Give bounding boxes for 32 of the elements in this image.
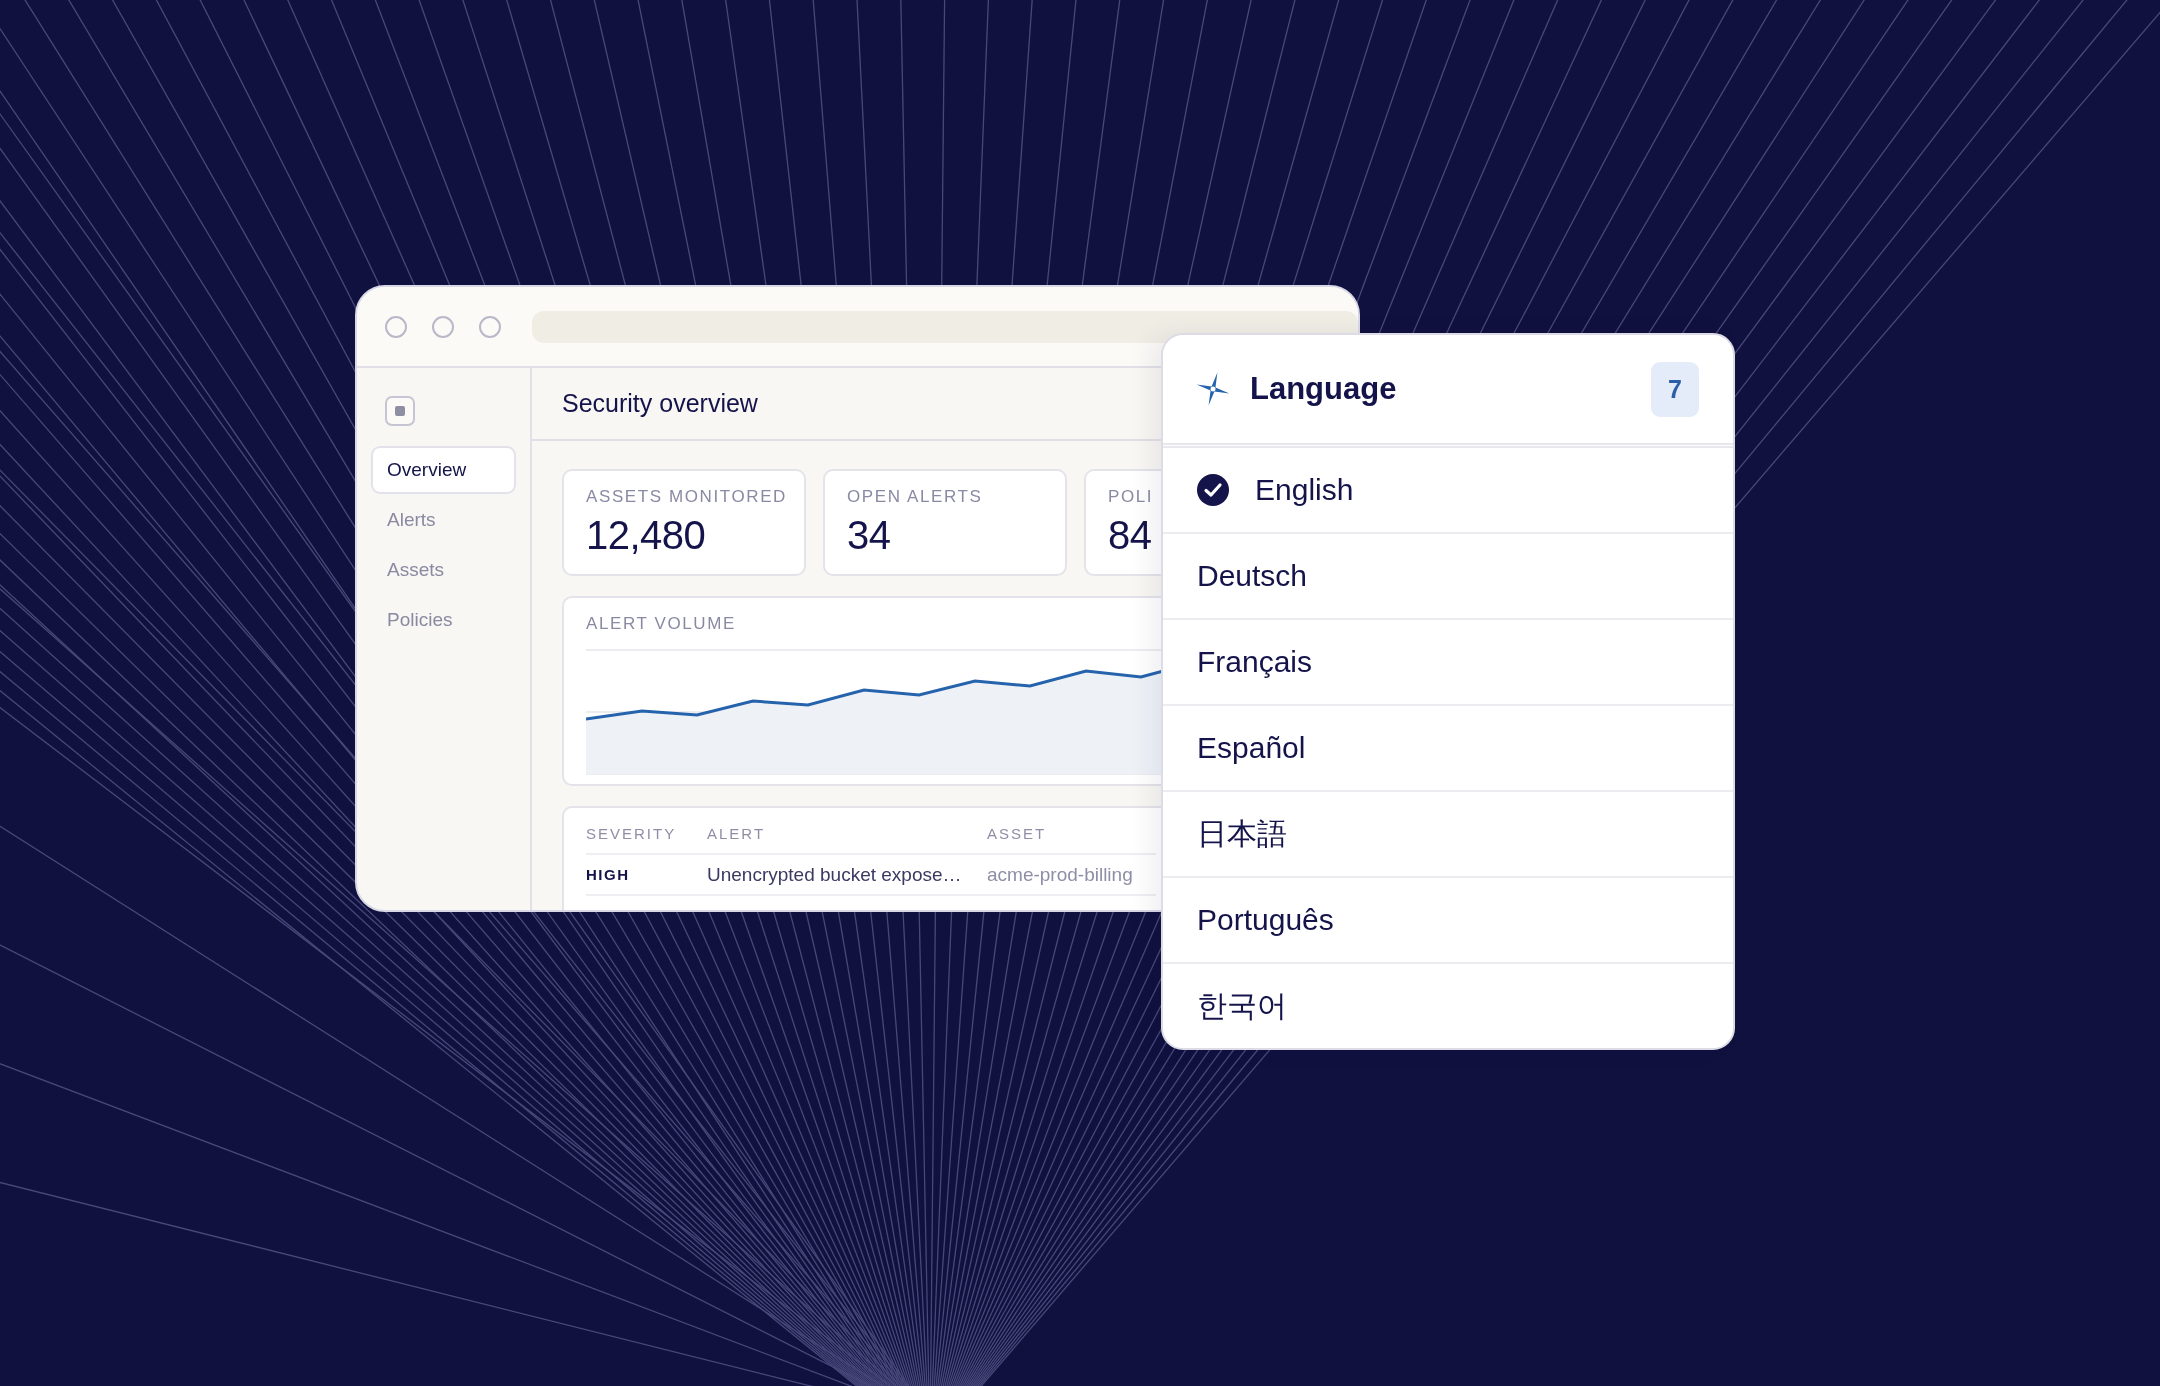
sparkle-icon: [1196, 372, 1230, 406]
column-header: ALERT: [707, 825, 766, 842]
window-control[interactable]: [432, 315, 454, 338]
stat-value: 84: [1108, 513, 1152, 558]
language-option[interactable]: 한국어: [1163, 964, 1733, 1048]
asset-cell: acme-prod-billing: [987, 863, 1133, 886]
column-header: SEVERITY: [586, 825, 677, 842]
language-option[interactable]: Español: [1163, 706, 1733, 792]
logo-icon: [385, 396, 415, 426]
stat-value: 12,480: [586, 513, 706, 558]
address-bar[interactable]: [532, 310, 1358, 343]
language-option[interactable]: Français: [1163, 620, 1733, 706]
sidebar-item[interactable]: Overview: [371, 446, 516, 494]
language-option[interactable]: Português: [1163, 878, 1733, 964]
stat-label: POLI: [1108, 487, 1154, 507]
count-badge: 7: [1651, 361, 1699, 417]
stat-label: ASSETS MONITORED: [586, 487, 787, 507]
page-title: Security overview: [562, 389, 758, 418]
language-option[interactable]: English: [1163, 448, 1733, 534]
chart-title: ALERT VOLUME: [586, 614, 736, 634]
severity-cell: HIGH: [586, 866, 630, 883]
language-option[interactable]: 日本語: [1163, 792, 1733, 878]
panel-title: Language: [1250, 371, 1398, 407]
language-option[interactable]: Deutsch: [1163, 534, 1733, 620]
column-header: ASSET: [987, 825, 1047, 842]
window-control[interactable]: [479, 315, 501, 338]
alert-cell: Unencrypted bucket expose…: [707, 863, 962, 886]
window-control[interactable]: [385, 315, 407, 338]
table-row[interactable]: HIGH Unencrypted bucket expose… acme-prod-billing: [586, 855, 1156, 896]
check-icon: [1197, 474, 1229, 506]
stat-value: 34: [847, 513, 891, 558]
stat-label: OPEN ALERTS: [847, 487, 983, 507]
